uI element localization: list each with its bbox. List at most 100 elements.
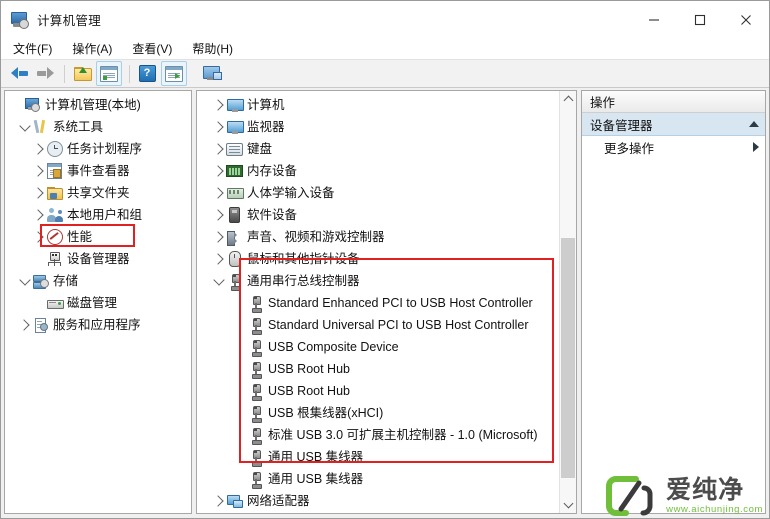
system-tools-icon <box>32 119 49 134</box>
sidebar-item-device-manager[interactable]: 设备管理器 <box>5 248 191 270</box>
tree-item-usb-child[interactable]: 通用 USB 集线器 <box>197 446 559 468</box>
tree-item-label: 通用 USB 集线器 <box>268 472 364 486</box>
back-button[interactable] <box>7 62 31 85</box>
services-applications-icon <box>32 318 49 333</box>
toolbar-separator <box>194 65 195 83</box>
event-viewer-icon <box>46 163 63 179</box>
tree-item-mice-and-pointing-devices[interactable]: 鼠标和其他指针设备 <box>197 248 559 270</box>
twisty-down[interactable] <box>17 119 32 132</box>
sidebar-item-label: 共享文件夹 <box>67 186 130 200</box>
tree-item-usb-child[interactable]: USB Root Hub <box>197 358 559 380</box>
tree-item-usb-child[interactable]: USB 根集线器(xHCI) <box>197 402 559 424</box>
tree-item-usb-child[interactable]: USB Root Hub <box>197 380 559 402</box>
tree-scrollbar[interactable] <box>559 91 576 513</box>
twisty-right[interactable] <box>211 495 226 507</box>
tree-item-usb-child[interactable]: 标准 USB 3.0 可扩展主机控制器 - 1.0 (Microsoft) <box>197 424 559 446</box>
device-manager-icon <box>46 252 63 266</box>
twisty-right[interactable] <box>211 187 226 199</box>
twisty-right[interactable] <box>31 143 46 155</box>
tree-item-keyboards[interactable]: 键盘 <box>197 138 559 160</box>
forward-button[interactable] <box>33 62 57 85</box>
tree-item-hid[interactable]: 人体学输入设备 <box>197 182 559 204</box>
tree-item-computer[interactable]: 计算机 <box>197 94 559 116</box>
sidebar-item-computer-management[interactable]: 计算机管理(本地) <box>5 94 191 116</box>
tree-item-usb-child[interactable]: Standard Enhanced PCI to USB Host Contro… <box>197 292 559 314</box>
display-button[interactable] <box>200 62 224 85</box>
help-button[interactable]: ? <box>135 62 159 85</box>
tree-item-memory-devices[interactable]: 内存设备 <box>197 160 559 182</box>
brand-url: www.aichunjing.com <box>666 504 763 515</box>
close-button[interactable] <box>723 1 769 38</box>
computer-management-window: 计算机管理 文件(F) 操作(A) 查看(V) 帮助(H) ? 计算机管理(本地… <box>0 0 770 519</box>
computer-management-icon <box>24 98 41 112</box>
scrollbar-thumb[interactable] <box>561 238 575 478</box>
sidebar-item-event-viewer[interactable]: 事件查看器 <box>5 160 191 182</box>
menu-help[interactable]: 帮助(H) <box>188 38 243 60</box>
menu-action[interactable]: 操作(A) <box>68 38 122 60</box>
scroll-up-button[interactable] <box>560 91 576 108</box>
tree-item-label: 标准 USB 3.0 可扩展主机控制器 - 1.0 (Microsoft) <box>268 428 538 442</box>
list-play-icon <box>165 65 183 82</box>
sidebar-item-task-scheduler[interactable]: 任务计划程序 <box>5 138 191 160</box>
help-icon: ? <box>138 65 156 82</box>
minimize-button[interactable] <box>631 1 677 38</box>
menu-file[interactable]: 文件(F) <box>9 38 62 60</box>
action-more-actions[interactable]: 更多操作 <box>582 136 765 158</box>
up-folder-button[interactable] <box>70 62 94 85</box>
action-item-label: 更多操作 <box>604 141 655 156</box>
twisty-down[interactable] <box>17 273 32 286</box>
storage-icon <box>32 274 49 289</box>
tree-item-label: 计算机 <box>247 98 285 112</box>
twisty-right[interactable] <box>31 187 46 199</box>
menu-view[interactable]: 查看(V) <box>128 38 182 60</box>
caret-up-icon[interactable] <box>749 121 759 127</box>
scroll-down-button[interactable] <box>560 496 576 513</box>
scrollbar-track[interactable] <box>560 108 576 496</box>
tree-item-software-devices[interactable]: 软件设备 <box>197 204 559 226</box>
sidebar-item-label: 性能 <box>67 230 93 244</box>
show-console-tree-button[interactable] <box>96 61 122 86</box>
tree-item-system-devices[interactable]: 系统设备 <box>197 512 559 513</box>
tree-item-sound-video-game-controllers[interactable]: 声音、视频和游戏控制器 <box>197 226 559 248</box>
sidebar-item-shared-folders[interactable]: 共享文件夹 <box>5 182 191 204</box>
computer-icon <box>226 98 244 112</box>
properties-button[interactable] <box>161 61 187 86</box>
sidebar-item-label: 磁盘管理 <box>67 296 118 310</box>
twisty-right[interactable] <box>31 209 46 221</box>
twisty-right[interactable] <box>31 165 46 177</box>
twisty-right[interactable] <box>17 319 32 331</box>
twisty-right[interactable] <box>211 99 226 111</box>
sidebar-item-local-users-and-groups[interactable]: 本地用户和组 <box>5 204 191 226</box>
tree-item-label: 通用 USB 集线器 <box>268 450 364 464</box>
tree-item-usb-child[interactable]: Standard Universal PCI to USB Host Contr… <box>197 314 559 336</box>
sidebar-item-system-tools[interactable]: 系统工具 <box>5 116 191 138</box>
twisty-down[interactable] <box>211 273 226 286</box>
tree-item-monitors[interactable]: 监视器 <box>197 116 559 138</box>
twisty-right[interactable] <box>211 165 226 177</box>
watermark: 爱纯净 www.aichunjing.com <box>606 476 763 516</box>
tree-item-usb-controllers[interactable]: 通用串行总线控制器 <box>197 270 559 292</box>
twisty-right[interactable] <box>211 253 226 265</box>
sidebar-item-disk-management[interactable]: 磁盘管理 <box>5 292 191 314</box>
tree-item-usb-child[interactable]: 通用 USB 集线器 <box>197 468 559 490</box>
tree-item-network-adapters[interactable]: 网络适配器 <box>197 490 559 512</box>
usb-device-icon <box>247 295 264 313</box>
brand-logo-icon <box>606 476 658 516</box>
maximize-button[interactable] <box>677 1 723 38</box>
sidebar-item-services-and-applications[interactable]: 服务和应用程序 <box>5 314 191 336</box>
tree-item-label: Standard Universal PCI to USB Host Contr… <box>268 318 529 332</box>
toolbar-separator <box>129 64 130 83</box>
tree-item-usb-child[interactable]: USB Composite Device <box>197 336 559 358</box>
twisty-right[interactable] <box>211 231 226 243</box>
twisty-right[interactable] <box>31 231 46 243</box>
twisty-right[interactable] <box>211 121 226 133</box>
sidebar-item-storage[interactable]: 存储 <box>5 270 191 292</box>
chevron-up-icon <box>563 95 573 106</box>
usb-device-icon <box>247 471 264 489</box>
tree-item-label: 人体学输入设备 <box>247 186 335 200</box>
actions-group-device-manager[interactable]: 设备管理器 <box>582 113 765 136</box>
sidebar-item-label: 存储 <box>53 274 79 288</box>
twisty-right[interactable] <box>211 143 226 155</box>
twisty-right[interactable] <box>211 209 226 221</box>
sidebar-item-performance[interactable]: 性能 <box>5 226 191 248</box>
